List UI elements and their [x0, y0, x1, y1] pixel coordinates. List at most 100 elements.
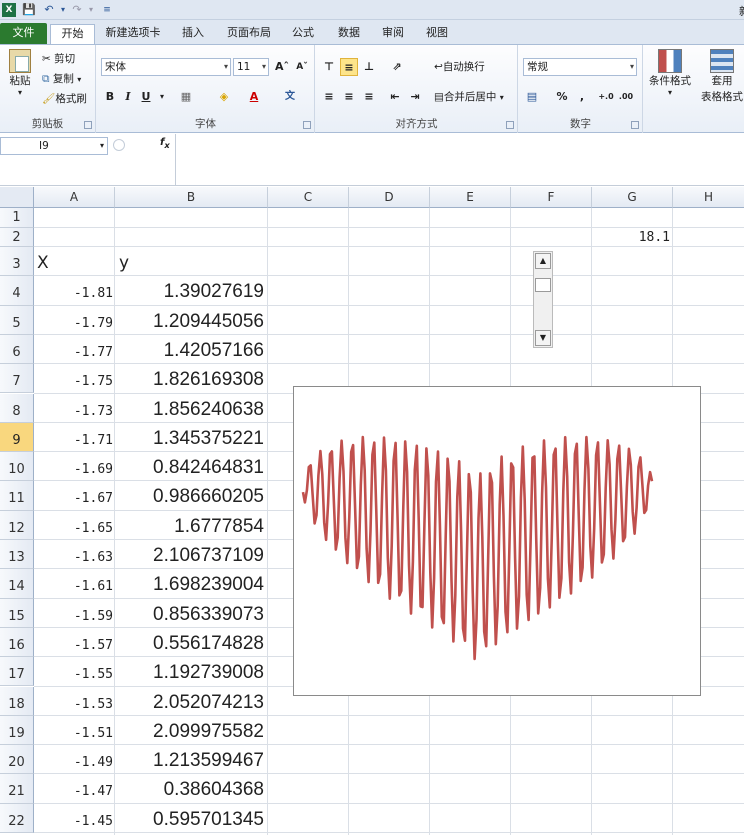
clipboard-launcher-icon[interactable]: [84, 121, 92, 129]
cell-a6[interactable]: -1.77: [34, 338, 113, 367]
align-right-button[interactable]: ≡: [360, 88, 378, 106]
italic-button[interactable]: I: [119, 88, 137, 106]
row-header-8[interactable]: 8: [0, 393, 34, 423]
borders-button[interactable]: ▦: [177, 88, 195, 106]
cell-a9[interactable]: -1.71: [34, 426, 113, 455]
row-header-3[interactable]: 3: [0, 247, 34, 277]
cell-a13[interactable]: -1.63: [34, 543, 113, 572]
tab-new-tab[interactable]: 新建选项卡: [100, 24, 166, 44]
scroll-thumb[interactable]: [535, 278, 551, 292]
accounting-button[interactable]: ▤: [523, 88, 541, 106]
cell-b14[interactable]: 1.698239004: [115, 570, 264, 599]
tab-insert[interactable]: 插入: [174, 24, 212, 44]
cell-b9[interactable]: 1.345375221: [115, 424, 264, 453]
row-header-1[interactable]: 1: [0, 208, 34, 228]
column-header-g[interactable]: G: [592, 187, 673, 208]
heart-series-line[interactable]: [301, 435, 654, 661]
format-painter-button[interactable]: 🖌格式刷: [42, 91, 87, 107]
row-header-7[interactable]: 7: [0, 364, 34, 394]
cell-a20[interactable]: -1.49: [34, 748, 113, 777]
column-header-b[interactable]: B: [115, 187, 268, 208]
tab-view[interactable]: 视图: [418, 24, 456, 44]
wrap-text-button[interactable]: ↩自动换行: [434, 59, 485, 75]
column-header-f[interactable]: F: [511, 187, 592, 208]
tab-page-layout[interactable]: 页面布局: [220, 24, 278, 44]
align-bottom-button[interactable]: ⊥: [360, 58, 378, 76]
conditional-format-button[interactable]: 条件格式 ▾: [646, 49, 694, 97]
row-header-11[interactable]: 11: [0, 481, 34, 511]
orientation-button[interactable]: ⇗: [388, 58, 406, 76]
cell-b8[interactable]: 1.856240638: [115, 395, 264, 424]
format-as-table-button[interactable]: 套用 表格格式: [694, 49, 744, 105]
heart-line-chart[interactable]: [293, 386, 701, 696]
number-format-combo[interactable]: 常规 ▾: [523, 58, 637, 76]
align-top-button[interactable]: ⊤: [320, 58, 338, 76]
decrease-decimal-button[interactable]: .00: [617, 88, 635, 106]
cell-b6[interactable]: 1.42057166: [115, 336, 264, 365]
cell-b3[interactable]: y: [119, 249, 179, 278]
cell-b4[interactable]: 1.39027619: [115, 277, 264, 306]
row-header-10[interactable]: 10: [0, 452, 34, 482]
cell-a4[interactable]: -1.81: [34, 279, 113, 308]
row-header-4[interactable]: 4: [0, 276, 34, 306]
comma-button[interactable]: ,: [573, 88, 591, 106]
redo-icon[interactable]: ↷: [70, 3, 84, 17]
row-header-6[interactable]: 6: [0, 334, 34, 365]
number-launcher-icon[interactable]: [631, 121, 639, 129]
cell-a21[interactable]: -1.47: [34, 777, 113, 806]
cell-a14[interactable]: -1.61: [34, 572, 113, 601]
decrease-indent-button[interactable]: ⇤: [386, 88, 404, 106]
cell-a19[interactable]: -1.51: [34, 719, 113, 748]
undo-dropdown-icon[interactable]: ▾: [56, 3, 70, 17]
row-header-5[interactable]: 5: [0, 305, 34, 335]
cell-b16[interactable]: 0.556174828: [115, 629, 264, 658]
alignment-launcher-icon[interactable]: [506, 121, 514, 129]
insert-function-icon[interactable]: fx: [160, 137, 170, 150]
cell-a16[interactable]: -1.57: [34, 631, 113, 660]
cell-b12[interactable]: 1.6777854: [115, 512, 264, 541]
cell-a3[interactable]: X: [37, 249, 97, 278]
cell-a12[interactable]: -1.65: [34, 514, 113, 543]
row-header-21[interactable]: 21: [0, 774, 34, 804]
column-header-d[interactable]: D: [349, 187, 430, 208]
row-header-12[interactable]: 12: [0, 510, 34, 540]
cell-a11[interactable]: -1.67: [34, 484, 113, 513]
cell-b7[interactable]: 1.826169308: [115, 365, 264, 394]
row-header-16[interactable]: 16: [0, 627, 34, 658]
tab-review[interactable]: 审阅: [374, 24, 412, 44]
cell-b18[interactable]: 2.052074213: [115, 688, 264, 717]
customize-qat-icon[interactable]: ≡: [100, 3, 114, 17]
cut-button[interactable]: ✂ 剪切: [42, 51, 75, 67]
row-header-13[interactable]: 13: [0, 540, 34, 570]
row-header-20[interactable]: 20: [0, 745, 34, 775]
row-header-9[interactable]: 9: [0, 422, 34, 453]
row-header-17[interactable]: 17: [0, 657, 34, 687]
scroll-up-icon[interactable]: ▲: [535, 253, 551, 269]
row-header-15[interactable]: 15: [0, 598, 34, 628]
cell-a10[interactable]: -1.69: [34, 455, 113, 484]
align-center-button[interactable]: ≡: [340, 88, 358, 106]
name-box[interactable]: I9 ▾: [0, 137, 108, 155]
paste-button[interactable]: 粘贴 ▾: [6, 49, 34, 97]
row-header-14[interactable]: 14: [0, 569, 34, 599]
cell-b11[interactable]: 0.986660205: [115, 482, 264, 511]
row-header-22[interactable]: 22: [0, 803, 34, 833]
column-header-c[interactable]: C: [268, 187, 349, 208]
tab-data[interactable]: 数据: [330, 24, 368, 44]
tab-file[interactable]: 文件: [0, 23, 47, 44]
tab-home[interactable]: 开始: [50, 24, 95, 44]
column-header-h[interactable]: H: [673, 187, 744, 208]
cell-a8[interactable]: -1.73: [34, 397, 113, 426]
cell-b21[interactable]: 0.38604368: [115, 775, 264, 804]
copy-button[interactable]: ⧉ 复制 ▾: [42, 71, 81, 88]
cell-b5[interactable]: 1.209445056: [115, 307, 264, 336]
align-middle-button[interactable]: ≡: [340, 58, 358, 76]
cell-b13[interactable]: 2.106737109: [115, 541, 264, 570]
row-header-19[interactable]: 19: [0, 715, 34, 746]
grow-font-button[interactable]: Aˆ: [273, 58, 291, 76]
cell-b19[interactable]: 2.099975582: [115, 717, 264, 746]
font-name-combo[interactable]: 宋体 ▾: [101, 58, 231, 76]
cell-b15[interactable]: 0.856339073: [115, 600, 264, 629]
align-left-button[interactable]: ≡: [320, 88, 338, 106]
row-header-2[interactable]: 2: [0, 227, 34, 247]
